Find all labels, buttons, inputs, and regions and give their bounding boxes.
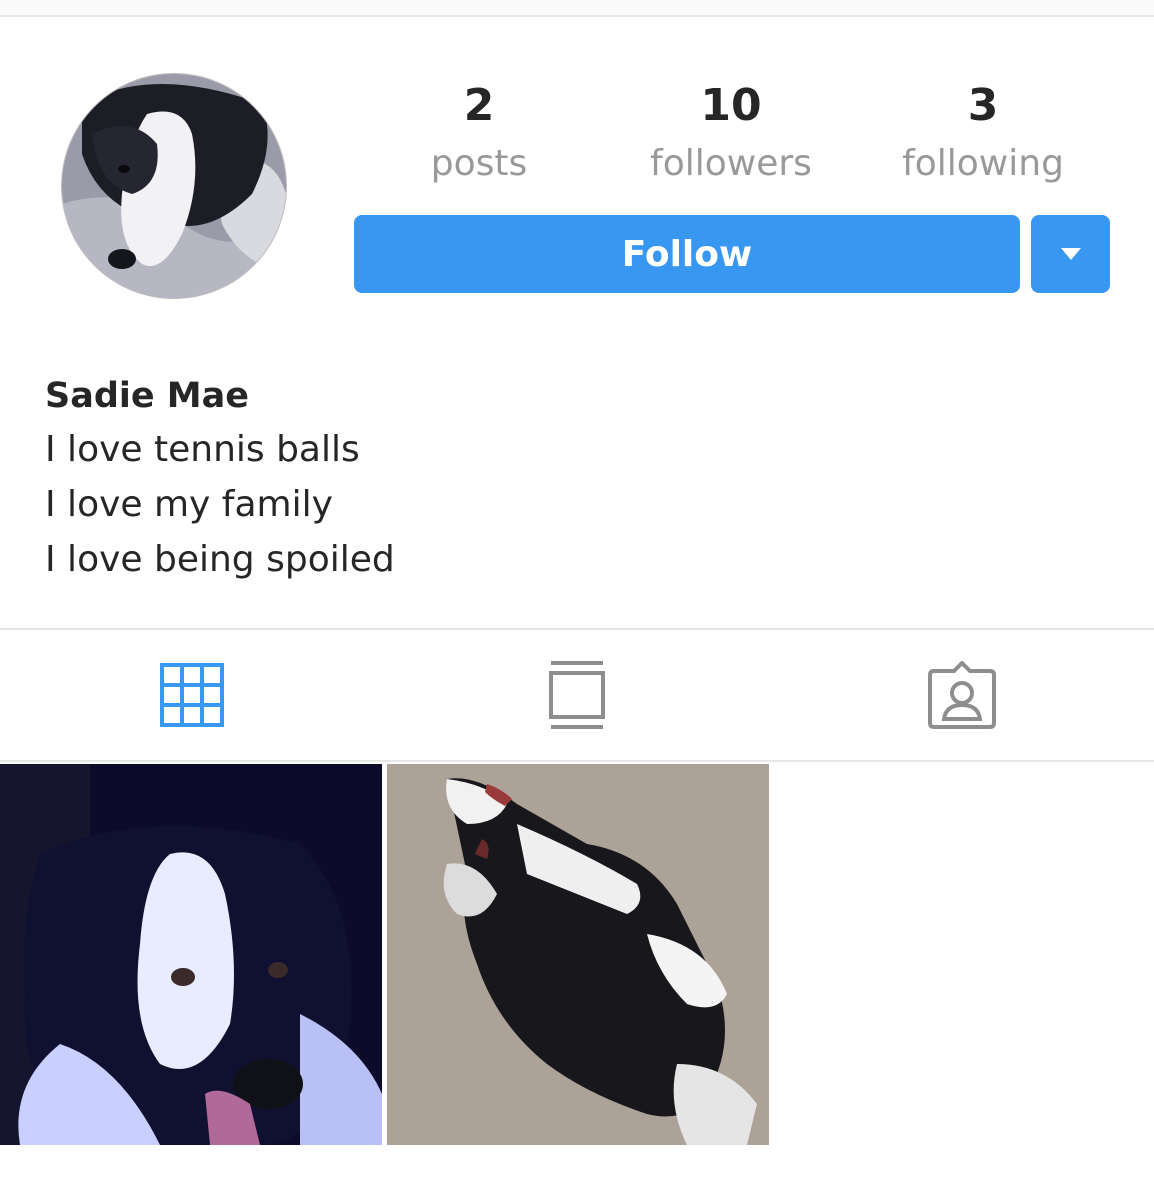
tab-tagged-view[interactable] [770, 630, 1154, 760]
posts-label: posts [430, 143, 528, 184]
followers-count: 10 [700, 80, 762, 131]
profile-tabs [0, 628, 1154, 762]
followers-label: followers [650, 143, 812, 184]
followers-stat[interactable]: 10 followers [616, 78, 846, 192]
post-thumbnail[interactable] [387, 764, 769, 1145]
post-thumbnail[interactable] [0, 764, 382, 1145]
status-strip [0, 0, 1154, 17]
post-image [0, 764, 382, 1145]
posts-count: 2 [463, 80, 495, 131]
bio-line: I love my family [45, 484, 333, 525]
suggestions-dropdown-button[interactable] [1031, 215, 1110, 293]
following-label: following [902, 143, 1064, 184]
following-count: 3 [967, 80, 999, 131]
tagged-icon [928, 661, 996, 729]
following-stat[interactable]: 3 following [868, 78, 1098, 192]
profile-avatar[interactable] [62, 74, 286, 298]
grid-icon [160, 663, 224, 727]
avatar-image [62, 74, 286, 298]
profile-bio: Sadie Mae I love tennis balls I love my … [45, 370, 395, 587]
tab-feed-view[interactable] [385, 630, 769, 760]
feed-icon [549, 661, 605, 729]
bio-line: I love tennis balls [45, 429, 360, 470]
bio-line: I love being spoiled [45, 539, 395, 580]
post-image [387, 764, 769, 1145]
follow-button[interactable]: Follow [354, 215, 1020, 293]
caret-down-icon [1060, 248, 1081, 260]
profile-name: Sadie Mae [45, 376, 249, 416]
tab-grid-view[interactable] [0, 630, 384, 760]
posts-stat: 2 posts [364, 78, 594, 192]
